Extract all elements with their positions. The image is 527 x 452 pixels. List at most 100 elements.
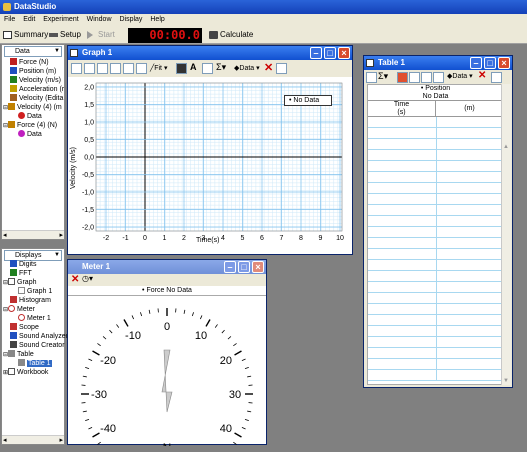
scroll-left-icon[interactable]: ◂: [3, 436, 7, 444]
display-item-graph-1[interactable]: Graph 1: [18, 287, 52, 296]
statistics-icon[interactable]: Σ▾: [216, 62, 226, 73]
graph-area[interactable]: -2 -1 0 1 2 3 4 5 6 7 8 9 10 2,0 1,5 1,0 0,5 0,0 -0,5 -1,0-…: [68, 77, 352, 254]
menu-experiment[interactable]: Experiment: [43, 16, 78, 23]
zoom-out-icon[interactable]: [97, 63, 108, 74]
data-item-force[interactable]: Force (N): [10, 58, 49, 67]
menu-file[interactable]: File: [4, 16, 15, 23]
data-item-position[interactable]: Position (m): [10, 67, 56, 76]
calculate-button[interactable]: Calculate: [208, 28, 253, 42]
close-button[interactable]: ×: [252, 261, 264, 273]
display-item-meter-1[interactable]: Meter 1: [18, 314, 51, 323]
table-row[interactable]: [368, 337, 501, 348]
table-grid[interactable]: • Position No Data Time (s) (m): [367, 84, 502, 385]
data-item-velocity[interactable]: Velocity (m/s): [10, 76, 61, 85]
smart-tool-icon[interactable]: [123, 63, 134, 74]
horizontal-scrollbar[interactable]: ◂ ▸: [2, 230, 64, 239]
close-button[interactable]: ×: [498, 57, 510, 69]
display-item-histogram[interactable]: Histogram: [10, 296, 51, 305]
display-item-table-1[interactable]: Table 1: [18, 359, 52, 368]
zoom-in-icon[interactable]: [84, 63, 95, 74]
sigma-settings-icon[interactable]: [366, 72, 377, 83]
data-dropdown[interactable]: ◆Data ▾: [447, 72, 473, 82]
table-row[interactable]: [368, 227, 501, 238]
maximize-button[interactable]: □: [324, 47, 336, 59]
table-row[interactable]: [368, 271, 501, 282]
table-row[interactable]: [368, 359, 501, 370]
table-row[interactable]: [368, 183, 501, 194]
table-row[interactable]: [368, 326, 501, 337]
menu-edit[interactable]: Edit: [23, 16, 35, 23]
table-row[interactable]: [368, 194, 501, 205]
main-toolbar: Summary Setup Start Calculate: [0, 26, 527, 44]
table-row[interactable]: [368, 205, 501, 216]
remove-icon[interactable]: ✕: [478, 70, 486, 81]
minimize-button[interactable]: –: [470, 57, 482, 69]
text-annotation-icon[interactable]: A: [190, 62, 197, 72]
pencil-icon[interactable]: [409, 72, 420, 83]
data-dropdown[interactable]: ◆Data ▾: [234, 63, 260, 74]
table-row[interactable]: [368, 315, 501, 326]
table-row[interactable]: [368, 128, 501, 139]
scroll-right-icon[interactable]: ▸: [59, 436, 63, 444]
display-item-scope[interactable]: Scope: [10, 323, 39, 332]
delete-row-icon[interactable]: [433, 72, 444, 83]
scroll-down-icon[interactable]: ▼: [503, 378, 509, 384]
data-dropdown[interactable]: Data ▼: [4, 46, 62, 57]
horizontal-scrollbar[interactable]: ◂ ▸: [2, 435, 64, 444]
add-row-icon[interactable]: [421, 72, 432, 83]
menu-help[interactable]: Help: [150, 16, 164, 23]
vertical-scrollbar[interactable]: ▲ ▼: [501, 84, 511, 385]
summary-button[interactable]: Summary: [2, 28, 48, 42]
maximize-button[interactable]: □: [238, 261, 250, 273]
table-row[interactable]: [368, 282, 501, 293]
display-item-sound-analyzer[interactable]: Sound Analyzer: [10, 332, 68, 341]
display-item-workbook[interactable]: ⊞ Workbook: [3, 368, 48, 378]
menu-display[interactable]: Display: [119, 16, 142, 23]
scroll-up-icon[interactable]: ▲: [503, 144, 509, 150]
data-item-acceleration[interactable]: Acceleration (r: [10, 85, 64, 94]
table-row[interactable]: [368, 150, 501, 161]
data-item-data-2[interactable]: Data: [18, 130, 42, 139]
setup-button[interactable]: Setup: [48, 28, 81, 42]
table-row[interactable]: [368, 216, 501, 227]
data-item-velocity-editable[interactable]: Velocity (Edita: [10, 94, 63, 103]
table-row[interactable]: [368, 238, 501, 249]
minimize-button[interactable]: –: [310, 47, 322, 59]
item-label: Force (N): [19, 59, 49, 66]
minimize-button[interactable]: –: [224, 261, 236, 273]
settings-icon[interactable]: [491, 72, 502, 83]
clock-icon[interactable]: [397, 72, 408, 83]
remove-icon[interactable]: ✕: [71, 274, 79, 285]
table-row[interactable]: [368, 249, 501, 260]
statistics-icon[interactable]: Σ▾: [378, 71, 388, 82]
scroll-right-icon[interactable]: ▸: [59, 231, 63, 239]
table-row[interactable]: [368, 370, 501, 381]
display-item-digits[interactable]: Digits: [10, 260, 37, 269]
scroll-left-icon[interactable]: ◂: [3, 231, 7, 239]
display-item-fft[interactable]: FFT: [10, 269, 32, 278]
slope-tool-icon[interactable]: [136, 63, 147, 74]
meter-settings-icon[interactable]: ◷▾: [82, 274, 93, 283]
table-row[interactable]: [368, 161, 501, 172]
table-row[interactable]: [368, 348, 501, 359]
table-row[interactable]: [368, 304, 501, 315]
table-row[interactable]: [368, 260, 501, 271]
maximize-button[interactable]: □: [484, 57, 496, 69]
close-button[interactable]: ×: [338, 47, 350, 59]
fit-dropdown[interactable]: ╱Fit ▾: [150, 63, 167, 74]
calculator-icon[interactable]: [176, 63, 187, 74]
prediction-icon[interactable]: [202, 63, 213, 74]
table-row[interactable]: [368, 139, 501, 150]
autoscale-icon[interactable]: [71, 63, 82, 74]
menu-window[interactable]: Window: [87, 16, 112, 23]
table-row[interactable]: [368, 117, 501, 128]
start-button[interactable]: Start: [86, 28, 115, 42]
data-item-data[interactable]: Data: [18, 112, 42, 121]
table-row[interactable]: [368, 293, 501, 304]
x-tick-label: 2: [182, 235, 186, 242]
remove-icon[interactable]: ✕: [264, 61, 273, 74]
settings-icon[interactable]: [276, 63, 287, 74]
table-row[interactable]: [368, 172, 501, 183]
display-item-sound-creator[interactable]: Sound Creator: [10, 341, 65, 350]
zoom-select-icon[interactable]: [110, 63, 121, 74]
